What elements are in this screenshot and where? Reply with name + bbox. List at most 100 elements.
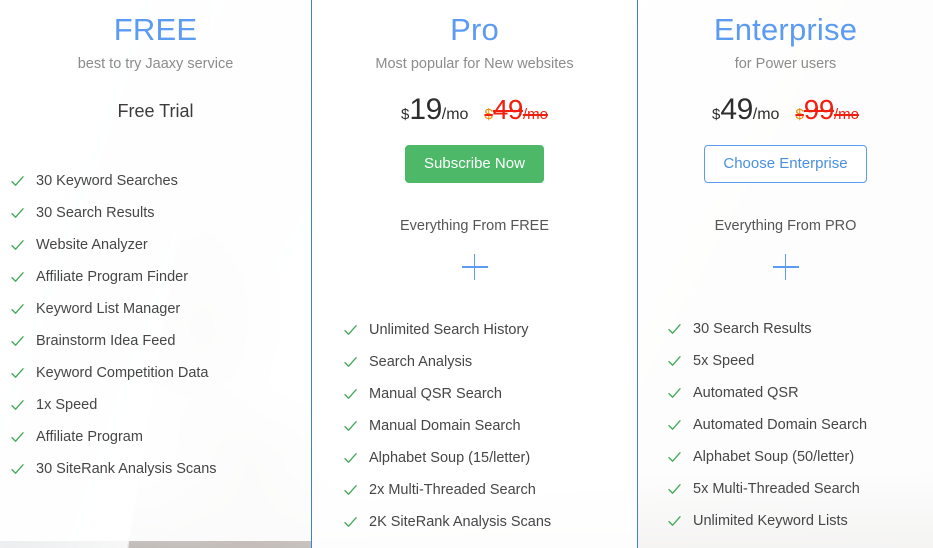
feature-label: Affiliate Program Finder (36, 269, 189, 285)
price-period: /mo (752, 106, 780, 123)
check-icon (344, 452, 357, 465)
check-icon (11, 303, 24, 316)
plus-icon (772, 254, 799, 280)
price-amount: 19 (409, 93, 442, 126)
feature-label: Unlimited Search History (369, 322, 529, 338)
feature-item: Automated Domain Search (668, 409, 933, 441)
feature-item: 30 Search Results (668, 313, 933, 345)
plan-tagline-pro: Most popular for New websites (375, 56, 574, 72)
check-icon (11, 431, 24, 444)
free-trial-label: Free Trial (117, 101, 194, 121)
feature-item: Alphabet Soup (15/letter) (344, 442, 637, 474)
check-icon (11, 175, 24, 188)
feature-item: Affiliate Program (11, 421, 311, 453)
feature-label: Alphabet Soup (15/letter) (369, 450, 531, 466)
feature-item: 2K SiteRank Analysis Scans (344, 506, 637, 538)
feature-item: Manual QSR Search (344, 378, 637, 410)
check-icon (344, 388, 357, 401)
feature-item: Unlimited Keyword Lists (668, 505, 933, 537)
feature-label: Unlimited Keyword Lists (693, 513, 848, 529)
old-price-currency: $ (795, 106, 804, 123)
plan-name-pro: Pro (450, 12, 499, 47)
plan-name-free: FREE (113, 12, 198, 47)
feature-item: 30 Search Results (11, 197, 311, 229)
feature-label: 30 Search Results (693, 321, 812, 337)
price-currency: $ (401, 106, 410, 123)
check-icon (11, 367, 24, 380)
check-icon (11, 335, 24, 348)
feature-item: Website Analyzer (11, 229, 311, 261)
feature-label: Alphabet Soup (50/letter) (693, 449, 855, 465)
price-original-enterprise: $99/mo (795, 94, 859, 126)
feature-label: Website Analyzer (36, 237, 148, 253)
check-icon (11, 399, 24, 412)
old-price-period: /mo (833, 106, 859, 123)
feature-label: Automated Domain Search (693, 417, 868, 433)
feature-item: 5x Speed (668, 345, 933, 377)
feature-item: 2x Multi-Threaded Search (344, 474, 637, 506)
feature-label: 5x Multi-Threaded Search (693, 481, 860, 497)
price-row-enterprise: $49/mo $99/mo (712, 93, 859, 127)
check-icon (668, 323, 681, 336)
feature-label: Keyword List Manager (36, 301, 181, 317)
inherits-label-enterprise: Everything From PRO (714, 218, 857, 234)
old-price-period: /mo (522, 106, 548, 123)
feature-item: 30 SiteRank Analysis Scans (11, 453, 311, 485)
check-icon (344, 420, 357, 433)
plan-name-enterprise: Enterprise (713, 12, 858, 47)
feature-item: Manual Domain Search (344, 410, 637, 442)
feature-label: Manual Domain Search (369, 418, 521, 434)
feature-label: 5x Speed (693, 353, 755, 369)
plan-tagline-enterprise: for Power users (734, 56, 837, 72)
check-icon (668, 483, 681, 496)
feature-label: Automated QSR (693, 385, 799, 401)
price-row-pro: $19/mo $49/mo (401, 93, 548, 127)
feature-item: Unlimited Search History (344, 314, 637, 346)
plan-tagline-free: best to try Jaaxy service (77, 56, 234, 72)
check-icon (668, 387, 681, 400)
old-price-currency: $ (484, 106, 493, 123)
feature-label: 2K SiteRank Analysis Scans (369, 514, 552, 530)
feature-item: Search Analysis (344, 346, 637, 378)
check-icon (668, 419, 681, 432)
check-icon (344, 356, 357, 369)
old-price-amount: 49 (492, 94, 524, 125)
inherits-label-pro: Everything From FREE (399, 218, 550, 234)
check-icon (11, 271, 24, 284)
plan-column-free: FREE best to try Jaaxy service Free Tria… (0, 0, 311, 548)
feature-label: 30 Keyword Searches (36, 173, 178, 189)
price-current-enterprise: $49/mo (712, 93, 779, 127)
check-icon (344, 516, 357, 529)
choose-enterprise-button[interactable]: Choose Enterprise (704, 145, 867, 183)
check-icon (668, 451, 681, 464)
feature-item: Keyword List Manager (11, 293, 311, 325)
feature-item: 1x Speed (11, 389, 311, 421)
feature-label: Affiliate Program (36, 429, 143, 445)
plan-column-pro: Pro Most popular for New websites $19/mo… (312, 0, 637, 548)
subscribe-now-button[interactable]: Subscribe Now (405, 145, 544, 183)
plan-column-enterprise: Enterprise for Power users $49/mo $99/mo… (638, 0, 933, 548)
feature-label: 1x Speed (36, 397, 98, 413)
price-currency: $ (712, 106, 721, 123)
check-icon (11, 239, 24, 252)
price-period: /mo (441, 106, 469, 123)
feature-item: Keyword Competition Data (11, 357, 311, 389)
check-icon (344, 324, 357, 337)
feature-item: Affiliate Program Finder (11, 261, 311, 293)
feature-list-pro: Unlimited Search History Search Analysis M… (312, 314, 637, 538)
feature-label: 30 Search Results (36, 205, 155, 221)
old-price-amount: 99 (803, 94, 835, 125)
feature-label: Manual QSR Search (369, 386, 502, 402)
feature-item: Alphabet Soup (50/letter) (668, 441, 933, 473)
pricing-table: FREE best to try Jaaxy service Free Tria… (0, 0, 933, 548)
price-original-pro: $49/mo (484, 94, 548, 126)
feature-label: Search Analysis (369, 354, 473, 370)
feature-label: 2x Multi-Threaded Search (369, 482, 536, 498)
check-icon (344, 484, 357, 497)
check-icon (668, 515, 681, 528)
check-icon (668, 355, 681, 368)
plus-icon (461, 254, 488, 280)
feature-label: Brainstorm Idea Feed (36, 333, 176, 349)
check-icon (11, 207, 24, 220)
feature-list-enterprise: 30 Search Results 5x Speed Automated QSR Au… (638, 313, 933, 537)
